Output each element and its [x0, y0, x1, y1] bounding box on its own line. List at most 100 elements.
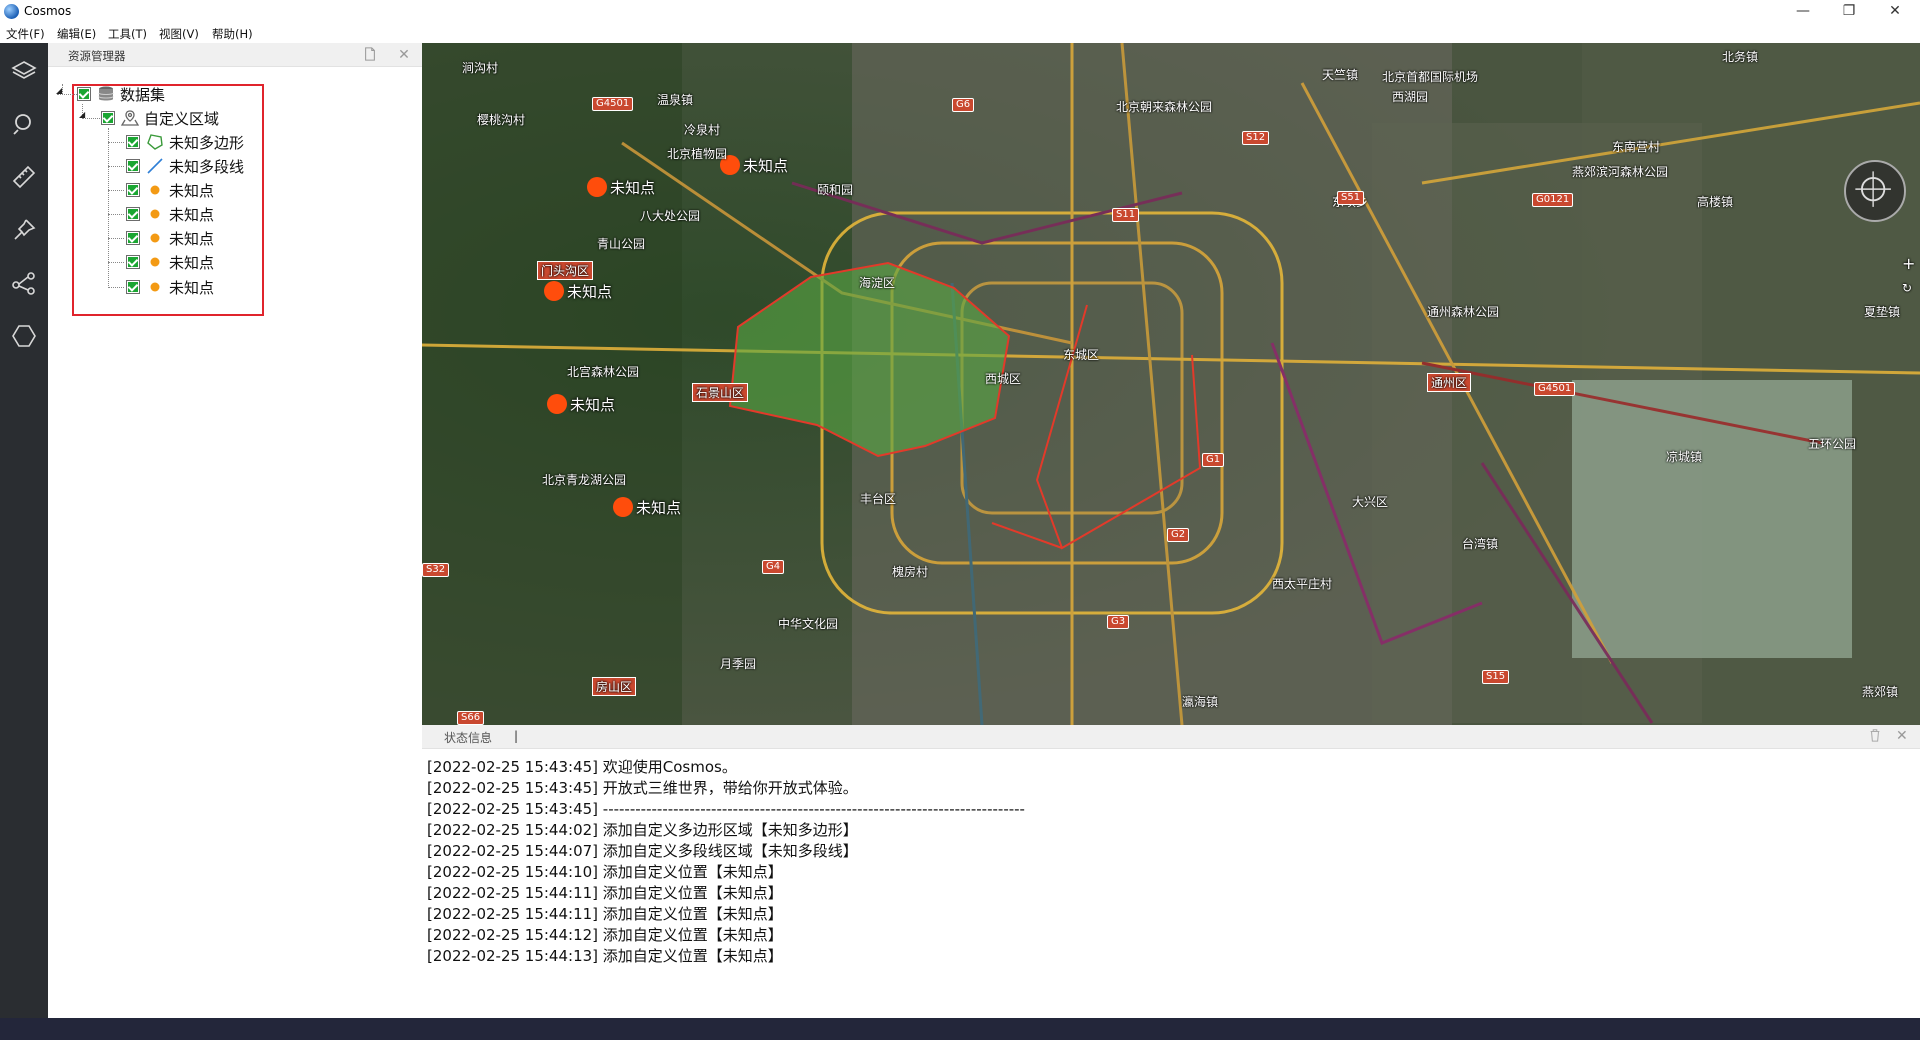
ruler-icon[interactable]	[10, 163, 38, 191]
tree-group-custom-region[interactable]: 自定义区域	[101, 108, 219, 128]
tree-item-polygon[interactable]: 未知多边形	[126, 132, 244, 152]
tree-item-point[interactable]: 未知点	[126, 228, 214, 248]
checkbox[interactable]	[126, 183, 140, 197]
map-point-marker[interactable]	[544, 281, 564, 301]
log-line: [2022-02-25 15:44:07] 添加自定义多段线区域【未知多段线】	[427, 842, 858, 860]
expand-group-icon[interactable]: ◢	[79, 110, 89, 120]
road-badge: G2	[1167, 528, 1190, 542]
clear-log-icon[interactable]	[1868, 728, 1884, 744]
place-label: 东南营村	[1612, 140, 1661, 154]
map-point-marker[interactable]	[547, 394, 567, 414]
tree-item-point[interactable]: 未知点	[126, 252, 214, 272]
tree-item-label: 未知点	[169, 181, 215, 200]
road-badge: G1	[1202, 453, 1225, 467]
tree-group-label: 自定义区域	[144, 109, 220, 128]
checkbox[interactable]	[126, 159, 140, 173]
checkbox[interactable]	[126, 207, 140, 221]
pin-icon[interactable]	[10, 216, 38, 244]
checkbox[interactable]	[77, 87, 91, 101]
checkbox[interactable]	[126, 255, 140, 269]
app-logo-icon	[4, 4, 19, 19]
minimize-button[interactable]: —	[1780, 0, 1826, 24]
log-line: [2022-02-25 15:43:45] 欢迎使用Cosmos。	[427, 758, 737, 776]
place-label: 北京青龙湖公园	[542, 473, 627, 487]
place-label: 西城区	[985, 372, 1022, 386]
log-list: [2022-02-25 15:43:45] 欢迎使用Cosmos。 [2022-…	[427, 757, 1527, 967]
map-pin-icon	[121, 109, 139, 127]
place-label: 通州森林公园	[1427, 305, 1500, 319]
restore-button[interactable]: ❐	[1826, 0, 1872, 24]
place-label: 北京首都国际机场	[1382, 70, 1479, 84]
panel-close-icon[interactable]: ✕	[396, 47, 412, 63]
hexagon-icon[interactable]	[10, 322, 38, 350]
tree-item-label: 未知点	[169, 278, 215, 297]
place-label: 夏垫镇	[1864, 305, 1901, 319]
checkbox[interactable]	[126, 135, 140, 149]
new-file-icon[interactable]	[362, 47, 378, 63]
checkbox[interactable]	[101, 111, 115, 125]
place-label: 北京植物园	[667, 147, 728, 161]
search-icon[interactable]	[10, 110, 38, 138]
tree-item-label: 未知点	[169, 253, 215, 272]
log-line: [2022-02-25 15:44:13] 添加自定义位置【未知点】	[427, 947, 783, 965]
road-badge: G6	[952, 98, 975, 112]
share-icon[interactable]	[10, 269, 38, 297]
place-label: 北务镇	[1722, 50, 1759, 64]
status-header: 状态信息 | ✕	[422, 725, 1920, 749]
place-label: 颐和园	[817, 183, 854, 197]
place-label: 北宫森林公园	[567, 365, 640, 379]
status-panel: 状态信息 | ✕ [2022-02-25 15:43:45] 欢迎使用Cosmo…	[422, 725, 1920, 1018]
tree-item-label: 未知点	[169, 205, 215, 224]
menu-edit[interactable]: 编辑(E)	[57, 26, 96, 42]
road-badge: G4	[762, 560, 785, 574]
point-icon	[146, 205, 164, 223]
place-label: 凉城镇	[1666, 450, 1703, 464]
tree-item-polyline[interactable]: 未知多段线	[126, 156, 244, 176]
compass-icon[interactable]	[1844, 160, 1906, 222]
tree-root-label: 数据集	[120, 85, 166, 104]
log-line: [2022-02-25 15:44:11] 添加自定义位置【未知点】	[427, 884, 783, 902]
map-point-marker[interactable]	[613, 497, 633, 517]
checkbox[interactable]	[126, 280, 140, 294]
menu-file[interactable]: 文件(F)	[6, 26, 45, 42]
menu-tools[interactable]: 工具(T)	[108, 26, 147, 42]
place-label: 台湾镇	[1462, 537, 1499, 551]
tree-item-point[interactable]: 未知点	[126, 204, 214, 224]
road-badge: S12	[1242, 131, 1270, 145]
road-badge: G0121	[1532, 193, 1574, 207]
expand-root-icon[interactable]: ◢	[56, 86, 66, 96]
log-line: [2022-02-25 15:44:10] 添加自定义位置【未知点】	[427, 863, 783, 881]
map-point-label: 未知点	[570, 396, 616, 414]
tree-item-point[interactable]: 未知点	[126, 180, 214, 200]
map-view[interactable]: 未知点 未知点 未知点 未知点 未知点 涧沟村 温泉镇 樱桃沟村 冷泉村 北京植…	[422, 43, 1920, 725]
status-title[interactable]: 状态信息	[444, 729, 492, 746]
road-badge: S51	[1337, 191, 1365, 205]
map-point-label: 未知点	[743, 157, 789, 175]
panel-title: 资源管理器	[68, 49, 126, 63]
point-icon	[146, 278, 164, 296]
log-line: [2022-02-25 15:44:12] 添加自定义位置【未知点】	[427, 926, 783, 944]
zoom-in-icon[interactable]: +	[1902, 254, 1915, 273]
place-label: 丰台区	[860, 492, 897, 506]
map-point-marker[interactable]	[587, 177, 607, 197]
status-close-icon[interactable]: ✕	[1896, 728, 1908, 744]
menu-help[interactable]: 帮助(H)	[212, 26, 253, 42]
tree-root-dataset[interactable]: 数据集	[77, 84, 165, 104]
title-bar: Cosmos — ❐ ✕	[0, 0, 1920, 24]
place-label: 通州区	[1427, 373, 1472, 392]
place-label: 天竺镇	[1322, 68, 1359, 82]
close-button[interactable]: ✕	[1872, 0, 1918, 24]
place-label: 门头沟区	[537, 261, 594, 280]
place-label: 北京朝来森林公园	[1116, 100, 1213, 114]
menu-view[interactable]: 视图(V)	[159, 26, 199, 42]
layers-icon[interactable]	[10, 57, 38, 85]
place-label: 燕郊滨河森林公园	[1572, 165, 1669, 179]
rotate-icon[interactable]: ↻	[1902, 281, 1912, 295]
log-line: [2022-02-25 15:43:45] 开放式三维世界，带给你开放式体验。	[427, 779, 858, 797]
log-line: [2022-02-25 15:44:11] 添加自定义位置【未知点】	[427, 905, 783, 923]
tree-item-point[interactable]: 未知点	[126, 277, 214, 297]
checkbox[interactable]	[126, 231, 140, 245]
road-badge: S15	[1482, 670, 1510, 684]
place-label: 五环公园	[1808, 437, 1857, 451]
log-line: [2022-02-25 15:44:02] 添加自定义多边形区域【未知多边形】	[427, 821, 858, 839]
